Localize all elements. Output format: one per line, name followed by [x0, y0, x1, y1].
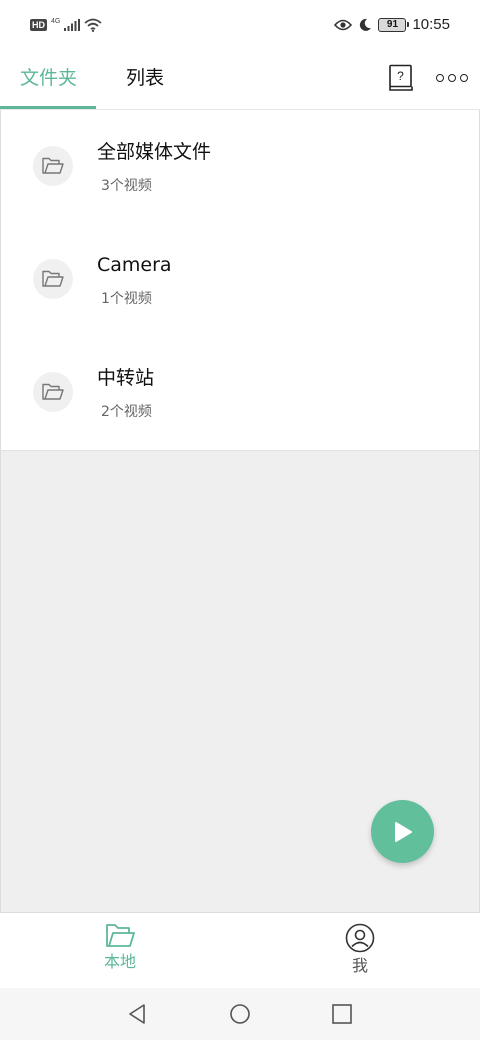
battery-icon: 91: [378, 17, 410, 32]
more-dot: [448, 74, 456, 82]
tab-indicator: [0, 106, 96, 109]
status-left: HD 4G: [30, 18, 102, 32]
status-right: 91 10:55: [334, 16, 450, 33]
tab-folders[interactable]: 文件夹: [20, 66, 77, 90]
user-icon: [345, 923, 375, 953]
folder-list: 全部媒体文件 3个视频 Camera 1个视频 中转站 2个视频: [0, 110, 480, 450]
folder-video-count: 3个视频: [101, 178, 152, 194]
folder-icon: [106, 924, 135, 947]
top-tab-bar: 文件夹 列表 ?: [0, 56, 480, 110]
folder-icon: [33, 259, 73, 299]
wifi-icon: [84, 18, 102, 32]
folder-icon: [33, 146, 73, 186]
hd-badge: HD: [30, 19, 47, 31]
nav-item-me[interactable]: 我: [320, 923, 400, 983]
more-dots-icon: [436, 74, 444, 82]
eye-icon: [334, 19, 353, 30]
system-nav-bar: [0, 988, 480, 1040]
signal-icon: [64, 19, 81, 31]
folder-video-count: 1个视频: [101, 291, 152, 307]
svg-text:?: ?: [397, 69, 404, 83]
play-fab-button[interactable]: [371, 800, 434, 863]
play-icon: [394, 821, 412, 842]
clock: 10:55: [412, 16, 450, 33]
folder-item-all-media[interactable]: 全部媒体文件 3个视频: [1, 110, 479, 223]
nav-label-me: 我: [351, 956, 368, 975]
home-icon[interactable]: [228, 1002, 252, 1026]
recent-apps-icon[interactable]: [330, 1002, 354, 1026]
folder-video-count: 2个视频: [101, 404, 152, 420]
folder-name: Camera: [97, 254, 172, 276]
network-type-label: 4G: [51, 17, 61, 25]
bottom-nav: 本地 我: [0, 912, 480, 988]
more-dot: [460, 74, 468, 82]
folder-icon: [33, 372, 73, 412]
folder-name: 中转站: [97, 367, 155, 389]
tab-list[interactable]: 列表: [126, 66, 164, 90]
folder-item-transfer[interactable]: 中转站 2个视频: [1, 336, 479, 449]
back-icon[interactable]: [126, 1002, 150, 1026]
folder-name: 全部媒体文件: [97, 141, 212, 163]
nav-item-local[interactable]: 本地: [80, 923, 160, 983]
help-book-icon[interactable]: ?: [388, 64, 414, 92]
status-bar: HD 4G 91 10:55: [0, 0, 480, 56]
nav-label-local: 本地: [103, 952, 136, 971]
more-options-button[interactable]: [434, 68, 470, 88]
folder-item-camera[interactable]: Camera 1个视频: [1, 223, 479, 336]
moon-icon: [360, 18, 372, 31]
